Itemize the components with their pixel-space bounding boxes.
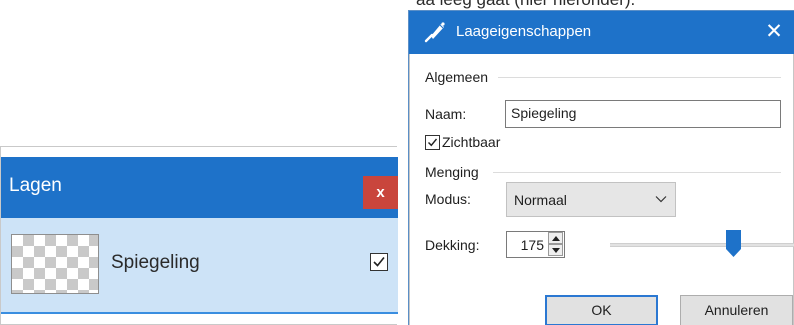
layer-name: Spiegeling [111,252,200,273]
arrow-up-icon [552,236,560,241]
chevron-down-icon [655,196,667,203]
layers-panel: Lagen x Spiegeling [0,146,398,325]
opacity-increase-button[interactable] [548,232,563,244]
opacity-value: 175 [520,237,544,253]
dialog-close-button[interactable]: ✕ [761,20,787,44]
layer-properties-dialog: Laageigenschappen ✕ Algemeen Naam: Spieg… [408,10,794,325]
opacity-decrease-button[interactable] [548,244,563,256]
visible-checkbox[interactable] [425,135,440,150]
blend-mode-value: Normaal [514,192,567,208]
layers-panel-close-button[interactable]: x [363,176,398,209]
blending-group-divider [493,172,781,173]
checkmark-icon [428,138,438,147]
opacity-spinbox[interactable]: 175 [506,231,565,258]
ok-button[interactable]: OK [545,295,658,325]
layer-properties-icon [424,22,445,43]
screenshot-canvas: aa leeg gaat (hier hieronder). Lagen x S… [0,0,794,325]
opacity-label: Dekking: [425,237,480,253]
general-group-divider [498,77,781,78]
blending-group-heading: Menging [425,164,479,180]
name-label: Naam: [425,106,467,122]
dialog-body: Algemeen Naam: Spiegeling Zichtbaar Meng… [409,54,794,325]
checkmark-icon [373,256,385,267]
blend-mode-select[interactable]: Normaal [506,182,676,217]
opacity-slider-track[interactable] [610,243,794,247]
cancel-button[interactable]: Annuleren [680,295,793,325]
layer-thumbnail [11,234,99,294]
layers-panel-header: Lagen x [1,157,398,218]
layer-visibility-checkbox[interactable] [370,253,388,271]
dialog-title: Laageigenschappen [456,23,592,40]
opacity-slider-thumb[interactable] [726,230,741,257]
name-input[interactable]: Spiegeling [505,100,781,128]
layers-panel-title: Lagen [9,175,62,196]
visible-label[interactable]: Zichtbaar [442,134,500,150]
background-text-fragment: aa leeg gaat (hier hieronder). [416,0,794,10]
general-group-heading: Algemeen [425,69,489,85]
arrow-down-icon [552,248,560,253]
dialog-titlebar[interactable]: Laageigenschappen ✕ [409,11,794,54]
layer-row[interactable]: Spiegeling [1,218,398,314]
mode-label: Modus: [425,191,471,207]
